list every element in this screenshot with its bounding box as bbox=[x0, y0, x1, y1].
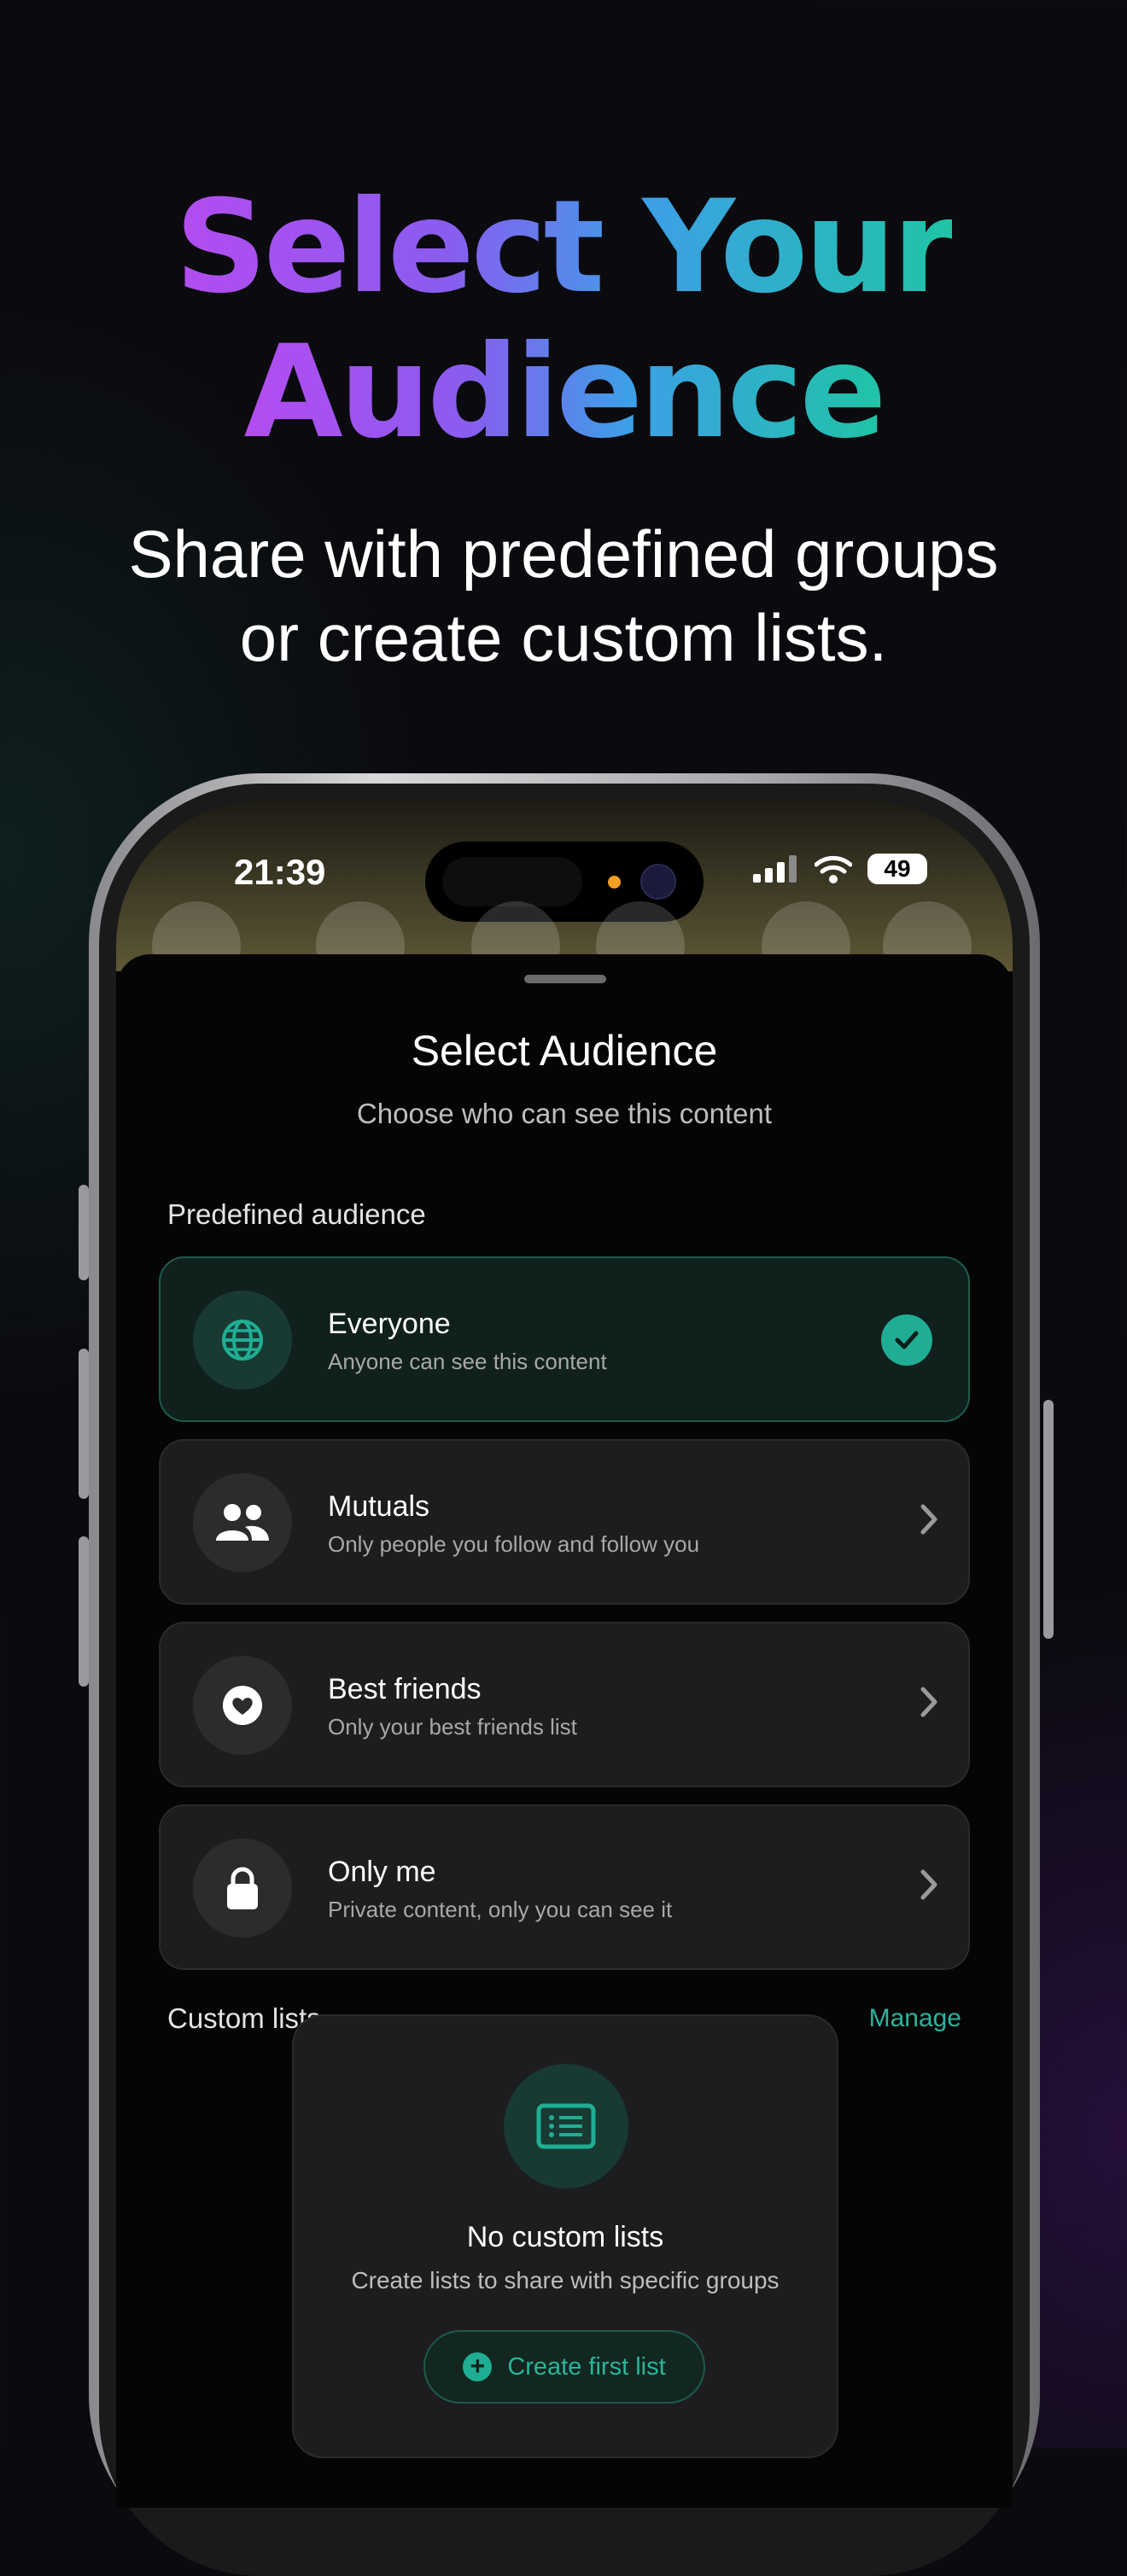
chevron-right-icon bbox=[920, 1869, 937, 1900]
create-first-list-button[interactable]: + Create first list bbox=[423, 2330, 705, 2404]
option-description: Only your best friends list bbox=[328, 1714, 577, 1740]
wifi-icon bbox=[815, 855, 852, 883]
plus-icon: + bbox=[463, 2352, 493, 2381]
globe-icon bbox=[193, 1291, 292, 1390]
option-title: Best friends bbox=[328, 1673, 482, 1705]
option-only-me[interactable]: Only me Private content, only you can se… bbox=[159, 1804, 970, 1970]
status-icons: 49 bbox=[753, 854, 927, 884]
option-mutuals[interactable]: Mutuals Only people you follow and follo… bbox=[159, 1439, 970, 1605]
hero-subtitle: Share with predefined groups or create c… bbox=[0, 512, 1127, 679]
battery-indicator: 49 bbox=[867, 854, 927, 884]
custom-lists-empty-state: No custom lists Create lists to share wi… bbox=[292, 2014, 838, 2458]
volume-up-button bbox=[79, 1349, 89, 1499]
manage-link[interactable]: Manage bbox=[869, 2004, 961, 2033]
hero-subtitle-line2: or create custom lists. bbox=[239, 600, 888, 675]
phone-screen: 21:39 49 Select Audience Choose who can … bbox=[116, 801, 1013, 2508]
island-sensor bbox=[442, 857, 582, 906]
signal-icon bbox=[753, 855, 797, 883]
heart-icon bbox=[193, 1656, 292, 1755]
checkmark-icon bbox=[881, 1314, 932, 1366]
sheet-title: Select Audience bbox=[411, 1027, 718, 1075]
empty-title: No custom lists bbox=[466, 2221, 664, 2253]
volume-down-button bbox=[79, 1536, 89, 1687]
sheet-subtitle: Choose who can see this content bbox=[356, 1098, 773, 1129]
list-icon bbox=[504, 2064, 628, 2188]
option-title: Everyone bbox=[328, 1308, 451, 1340]
chevron-right-icon bbox=[920, 1504, 937, 1535]
hero-title-line2: Audience bbox=[243, 318, 887, 467]
audience-sheet: Select Audience Choose who can see this … bbox=[116, 954, 1013, 2508]
action-button bbox=[79, 1185, 89, 1280]
option-best-friends[interactable]: Best friends Only your best friends list bbox=[159, 1622, 970, 1787]
option-description: Only people you follow and follow you bbox=[328, 1531, 700, 1557]
create-first-list-label: Create first list bbox=[507, 2352, 666, 2381]
option-title: Mutuals bbox=[328, 1490, 430, 1523]
predefined-audience-label: Predefined audience bbox=[167, 1198, 426, 1230]
empty-description: Create lists to share with specific grou… bbox=[351, 2267, 780, 2293]
chevron-right-icon bbox=[920, 1687, 937, 1717]
option-everyone[interactable]: Everyone Anyone can see this content bbox=[159, 1256, 970, 1422]
hero-subtitle-line1: Share with predefined groups bbox=[128, 516, 999, 592]
option-title: Only me bbox=[328, 1856, 436, 1888]
mic-indicator-dot bbox=[608, 876, 621, 889]
option-description: Anyone can see this content bbox=[328, 1349, 607, 1374]
front-camera bbox=[640, 864, 676, 900]
status-time: 21:39 bbox=[234, 852, 326, 892]
hero-title: Select Your Audience bbox=[0, 175, 1127, 465]
hero-title-line1: Select Your bbox=[174, 173, 955, 322]
sheet-grabber[interactable] bbox=[524, 975, 606, 983]
power-button bbox=[1043, 1400, 1054, 1639]
option-description: Private content, only you can see it bbox=[328, 1897, 673, 1922]
people-icon bbox=[193, 1473, 292, 1572]
lock-icon bbox=[193, 1839, 292, 1938]
